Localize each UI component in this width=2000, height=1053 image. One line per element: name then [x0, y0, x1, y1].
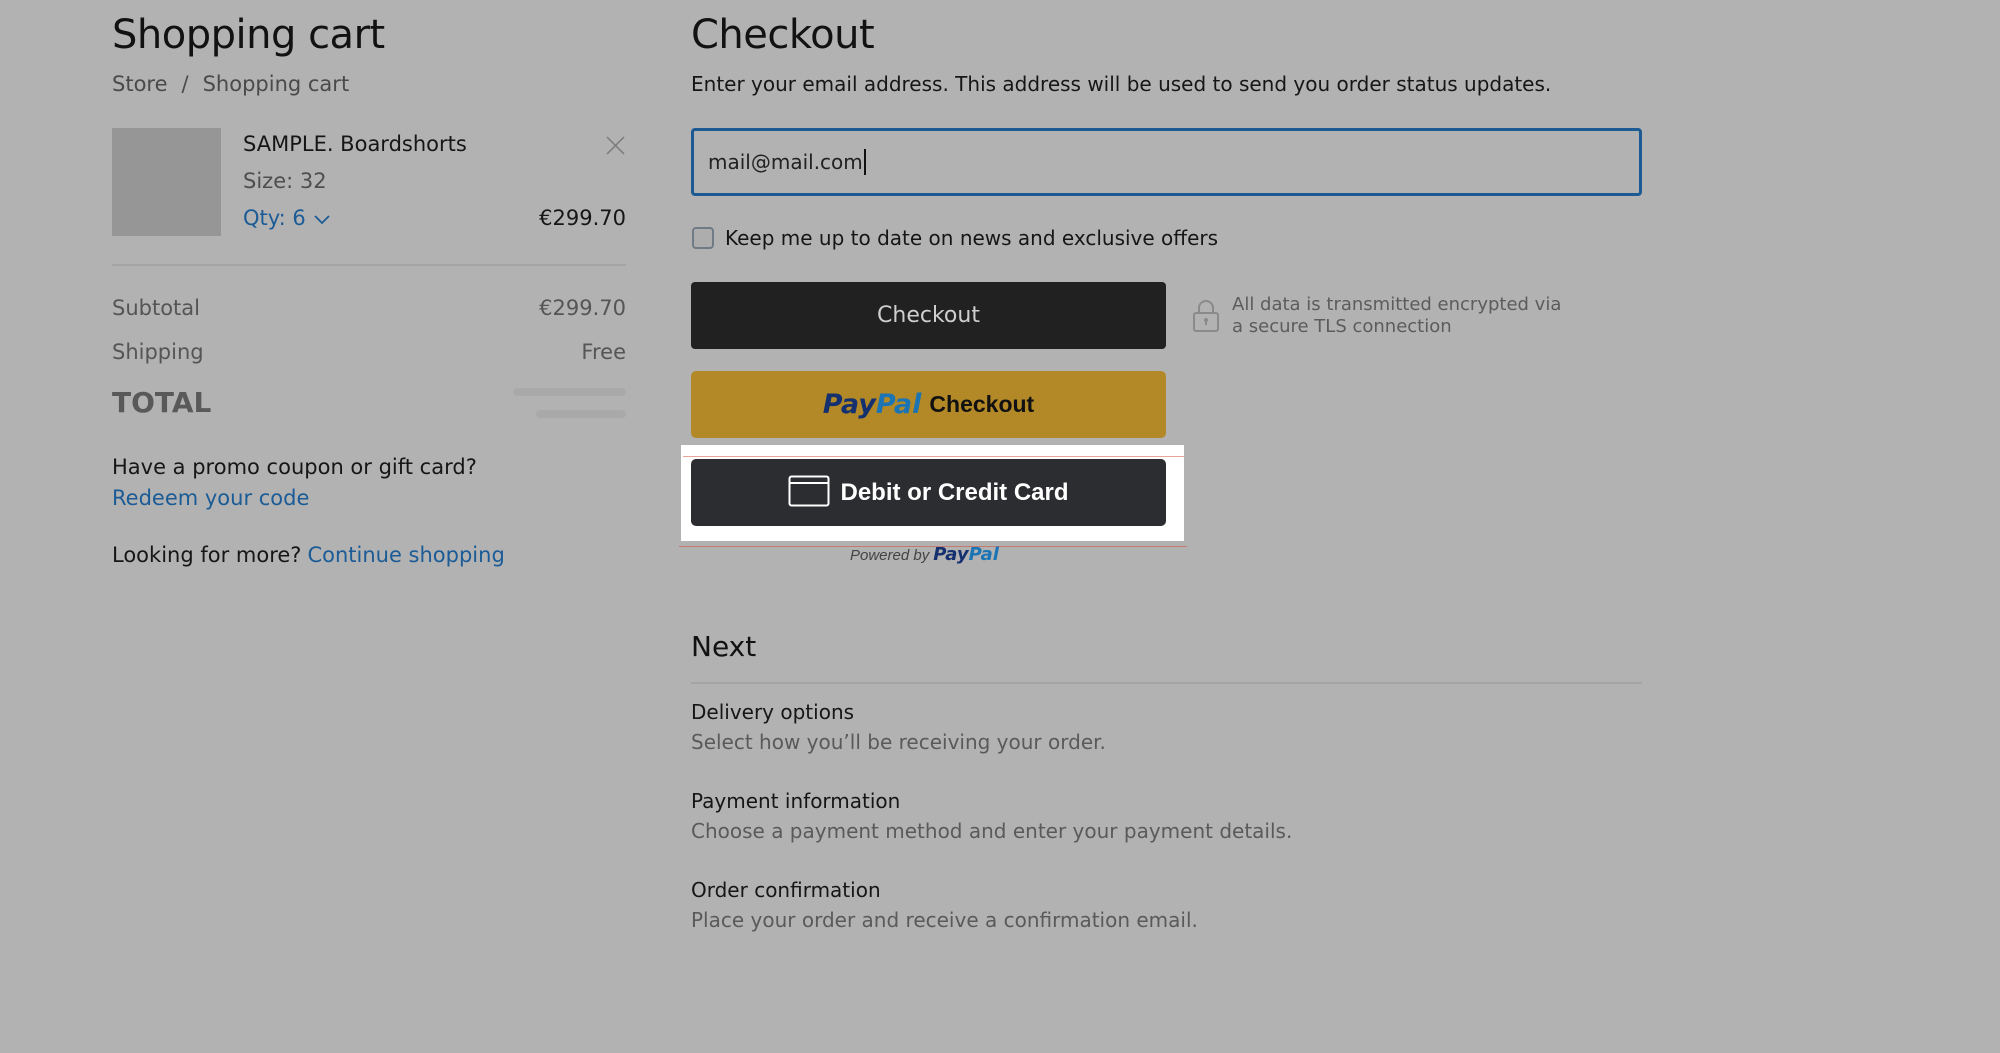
step-confirmation-title: Order confirmation [691, 878, 881, 902]
redeem-code-link[interactable]: Redeem your code [112, 486, 309, 510]
newsletter-row: Keep me up to date on news and exclusive… [692, 226, 1218, 250]
total-loading-skeleton [536, 410, 626, 418]
secure-note-line1: All data is transmitted encrypted via [1232, 294, 1562, 315]
product-thumbnail[interactable] [112, 128, 221, 236]
paypal-checkout-button[interactable]: PayPal Checkout [691, 371, 1166, 438]
credit-card-icon [788, 475, 830, 511]
step-payment-desc: Choose a payment method and enter your p… [691, 819, 1293, 843]
paypal-checkout-label: Checkout [929, 391, 1035, 417]
card-button-label: Debit or Credit Card [840, 478, 1069, 506]
product-size: Size: 32 [243, 169, 327, 193]
step-confirmation-desc: Place your order and receive a confirmat… [691, 908, 1198, 932]
cart-title: Shopping cart [112, 12, 385, 58]
newsletter-label[interactable]: Keep me up to date on news and exclusive… [725, 226, 1218, 250]
promo-question: Have a promo coupon or gift card? [112, 455, 477, 479]
subtotal-value: €299.70 [539, 296, 626, 320]
debit-credit-card-button[interactable]: Debit or Credit Card [691, 459, 1166, 526]
breadcrumb-separator: / [181, 72, 189, 96]
step-delivery-desc: Select how you’ll be receiving your orde… [691, 730, 1106, 754]
checkout-description: Enter your email address. This address w… [691, 72, 1552, 96]
quantity-label: Qty: 6 [243, 206, 306, 230]
checkout-title: Checkout [691, 12, 875, 58]
paypal-logo: PayPal [822, 389, 922, 420]
remove-item-button[interactable] [606, 136, 625, 159]
chevron-down-icon [314, 206, 330, 230]
next-title: Next [691, 630, 757, 663]
breadcrumb: Store / Shopping cart [112, 72, 349, 96]
checkout-button[interactable]: Checkout [691, 282, 1166, 349]
subtotal-label: Subtotal [112, 296, 200, 320]
step-delivery-title: Delivery options [691, 700, 855, 724]
frame-guide-line [683, 456, 1184, 457]
step-payment-title: Payment information [691, 789, 901, 813]
product-name[interactable]: SAMPLE. Boardshorts [243, 132, 467, 156]
paypal-logo: PayPal [933, 544, 999, 565]
text-cursor [863, 149, 866, 175]
powered-by-paypal: Powered by PayPal [850, 544, 999, 565]
secure-note-line2: a secure TLS connection [1232, 316, 1452, 337]
cart-divider [112, 264, 626, 266]
close-icon [606, 136, 625, 159]
shipping-label: Shipping [112, 340, 204, 364]
lock-icon [1192, 298, 1220, 336]
next-divider [691, 682, 1642, 684]
email-field[interactable]: mail@mail.com [691, 128, 1642, 196]
continue-shopping-link[interactable]: Continue shopping [307, 543, 504, 567]
product-price: €299.70 [539, 206, 626, 230]
breadcrumb-store[interactable]: Store [112, 72, 168, 96]
secure-note: All data is transmitted encrypted via a … [1232, 294, 1561, 338]
looking-for-more-text: Looking for more? [112, 543, 302, 567]
total-loading-skeleton [513, 388, 626, 396]
breadcrumb-current: Shopping cart [202, 72, 350, 96]
total-label: TOTAL [112, 386, 212, 419]
shipping-value: Free [581, 340, 626, 364]
continue-shopping-row: Looking for more? Continue shopping [112, 543, 505, 567]
quantity-dropdown[interactable]: Qty: 6 [243, 206, 330, 230]
powered-by-text: Powered by [850, 547, 930, 564]
newsletter-checkbox[interactable] [692, 227, 714, 249]
email-value: mail@mail.com [708, 150, 863, 174]
